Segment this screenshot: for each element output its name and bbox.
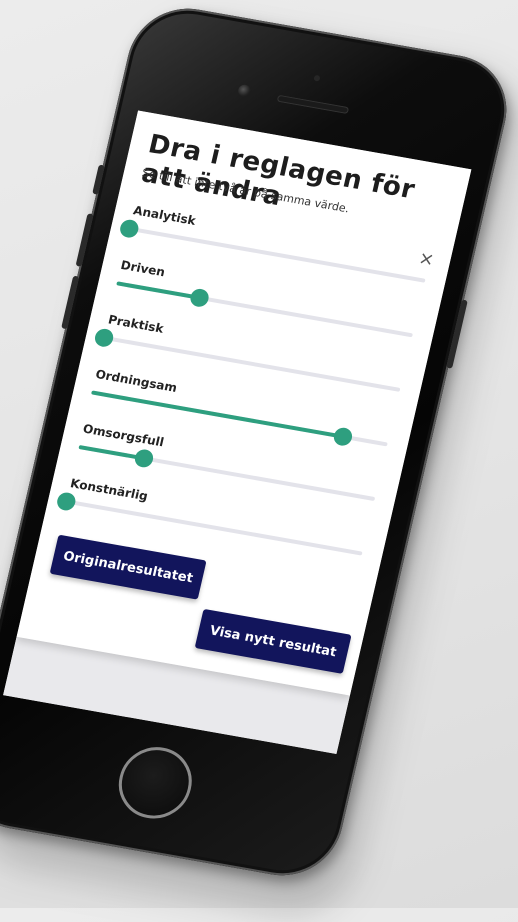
slider-thumb[interactable]	[332, 426, 354, 448]
slider-thumb[interactable]	[55, 491, 78, 512]
original-result-button[interactable]: Originalresultatet	[49, 534, 207, 600]
slider-thumb[interactable]	[118, 218, 141, 239]
slider-thumb[interactable]	[93, 327, 115, 349]
slider-thumb[interactable]	[188, 287, 211, 309]
mute-switch	[92, 164, 105, 195]
home-button[interactable]	[111, 741, 199, 825]
show-new-result-button[interactable]: Visa nytt resultat	[194, 608, 352, 674]
volume-down-button	[61, 275, 80, 330]
slider-thumb[interactable]	[133, 448, 155, 469]
front-camera	[236, 83, 252, 98]
volume-up-button	[75, 213, 94, 267]
earpiece-speaker	[276, 94, 350, 115]
proximity-sensor	[313, 74, 321, 82]
